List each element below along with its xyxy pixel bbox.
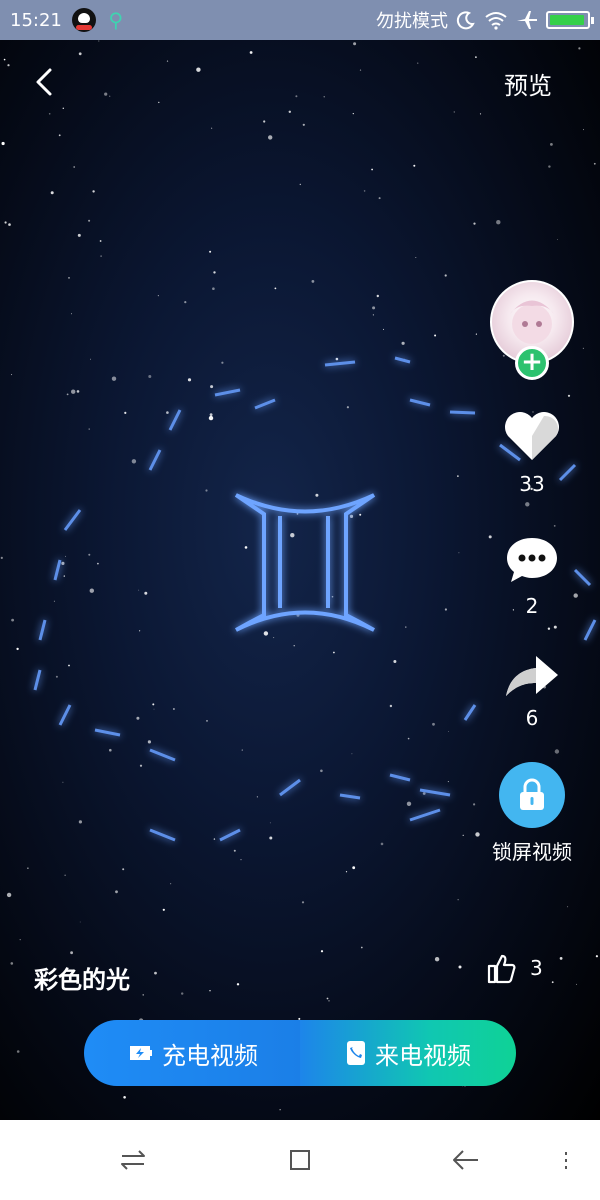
chevron-left-icon bbox=[36, 68, 52, 96]
back-nav-button[interactable] bbox=[448, 1142, 484, 1178]
heart-icon[interactable] bbox=[502, 410, 562, 464]
status-bar: 15:21 ⚲ 勿扰模式 bbox=[0, 0, 600, 40]
follow-button[interactable]: + bbox=[515, 346, 549, 380]
moon-icon bbox=[456, 11, 475, 30]
airplane-icon bbox=[517, 11, 537, 29]
back-button[interactable] bbox=[26, 60, 62, 104]
gemini-symbol bbox=[234, 493, 376, 632]
thumbs-count: 3 bbox=[530, 956, 543, 980]
more-dots-icon bbox=[565, 1152, 567, 1169]
status-right: 勿扰模式 bbox=[376, 7, 594, 33]
comment-action[interactable]: 2 bbox=[490, 534, 574, 618]
recent-apps-button[interactable] bbox=[115, 1142, 151, 1178]
like-action[interactable]: 33 bbox=[490, 410, 574, 496]
charge-video-button[interactable]: 充电视频 bbox=[84, 1020, 300, 1086]
share-count: 6 bbox=[525, 706, 539, 730]
set-video-buttons: 充电视频 来电视频 bbox=[84, 1020, 516, 1086]
dnd-mode-label: 勿扰模式 bbox=[376, 11, 448, 32]
thumbs-up-icon[interactable] bbox=[486, 952, 516, 984]
preview-button[interactable]: 预览 bbox=[504, 66, 552, 101]
share-action[interactable]: 6 bbox=[490, 654, 574, 730]
top-bar: 预览 bbox=[0, 40, 600, 120]
status-time: 15:21 bbox=[10, 9, 62, 31]
like-count: 33 bbox=[519, 472, 545, 496]
thumbs-up-action[interactable]: 3 bbox=[486, 952, 543, 984]
lock-button[interactable] bbox=[499, 762, 565, 828]
battery-icon bbox=[546, 11, 594, 29]
comment-count: 2 bbox=[525, 594, 539, 618]
menu-button[interactable] bbox=[548, 1142, 584, 1178]
battery-charge-icon bbox=[130, 1046, 152, 1060]
status-left: 15:21 ⚲ bbox=[10, 8, 126, 32]
charge-video-label: 充电视频 bbox=[162, 1041, 258, 1070]
lock-screen-video-action[interactable]: 锁屏视频 bbox=[476, 762, 588, 865]
lock-icon bbox=[520, 778, 544, 810]
system-nav-bar bbox=[0, 1120, 600, 1200]
wifi-icon bbox=[485, 12, 507, 30]
back-arrow-icon bbox=[453, 1150, 478, 1170]
usb-icon: ⚲ bbox=[108, 8, 124, 32]
home-button[interactable] bbox=[282, 1142, 318, 1178]
video-title: 彩色的光 bbox=[34, 966, 130, 994]
switch-arrows-icon bbox=[121, 1150, 145, 1170]
phone-screen-icon bbox=[347, 1041, 365, 1065]
lock-screen-label: 锁屏视频 bbox=[492, 840, 572, 864]
share-arrow-icon[interactable] bbox=[504, 654, 560, 698]
comment-icon[interactable] bbox=[503, 534, 561, 586]
call-video-button[interactable]: 来电视频 bbox=[300, 1020, 516, 1086]
call-video-label: 来电视频 bbox=[375, 1041, 471, 1070]
battery-fill bbox=[550, 15, 585, 25]
square-icon bbox=[290, 1150, 310, 1170]
qq-icon bbox=[71, 8, 96, 32]
